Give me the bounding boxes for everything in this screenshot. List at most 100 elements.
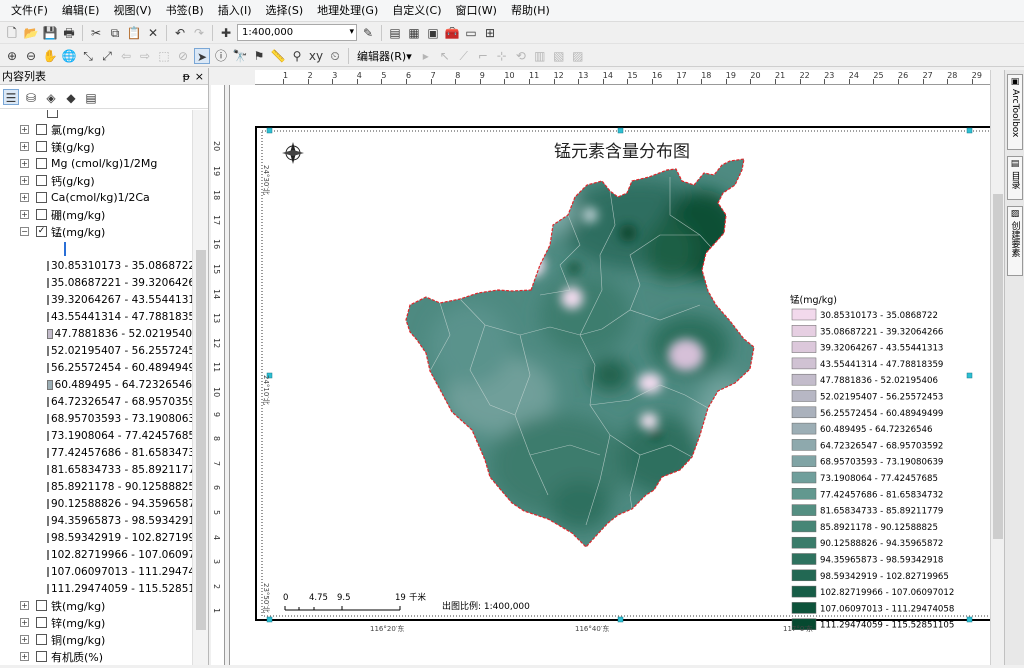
class-color-swatch[interactable] — [47, 379, 53, 390]
sketch-properties-icon[interactable]: ▧ — [551, 48, 567, 64]
find-icon[interactable]: 🔭 — [232, 48, 248, 64]
model-builder-icon[interactable]: ⊞ — [482, 25, 498, 41]
back-extent-icon[interactable]: ⇦ — [118, 48, 134, 64]
new-document-icon[interactable]: 🗋 — [4, 25, 20, 41]
pan-hand-icon[interactable]: ✋ — [42, 48, 58, 64]
expand-toggle-icon[interactable]: + — [20, 193, 29, 202]
tab-create-features[interactable]: ▨ 创建要素 — [1007, 206, 1023, 276]
class-color-swatch[interactable] — [47, 260, 49, 271]
list-by-visibility-icon[interactable]: ◈ — [43, 89, 59, 105]
expand-toggle-icon[interactable]: + — [20, 176, 29, 185]
class-color-swatch[interactable] — [47, 532, 49, 543]
paste-icon[interactable]: 📋 — [126, 25, 142, 41]
layer-row[interactable]: + Ca(cmol/kg)1/2Ca — [0, 189, 192, 206]
open-folder-icon[interactable]: 📂 — [23, 25, 39, 41]
pin-icon[interactable]: ᵽ — [183, 68, 190, 85]
layer-checkbox[interactable] — [36, 651, 47, 662]
class-color-swatch[interactable] — [47, 294, 49, 305]
scroll-thumb[interactable] — [993, 194, 1003, 539]
editor-menu-button[interactable]: 编辑器(R)▾ — [354, 48, 415, 64]
layer-row[interactable]: + 锌(mg/kg) — [0, 614, 192, 631]
zoom-out-icon[interactable]: ⊖ — [23, 48, 39, 64]
layer-checkbox[interactable] — [36, 124, 47, 135]
layer-row[interactable]: + 镁(g/kg) — [0, 138, 192, 155]
map-scale-text[interactable]: 出图比例: 1:400,000 — [442, 600, 530, 612]
class-color-swatch[interactable] — [47, 345, 49, 356]
layer-checkbox[interactable] — [47, 110, 58, 118]
layer-checkbox[interactable] — [36, 192, 47, 203]
undo-icon[interactable]: ↶ — [172, 25, 188, 41]
create-features-icon[interactable]: ▨ — [570, 48, 586, 64]
find-route-icon[interactable]: ⚑ — [251, 48, 267, 64]
layer-row[interactable]: + 铁(mg/kg) — [0, 597, 192, 614]
edit-tool-icon[interactable]: ▸ — [418, 48, 434, 64]
map-layout-svg[interactable]: 锰元素含量分布图 锰(mg/kg) 30.85310173 - 35.08687… — [230, 85, 1000, 665]
class-color-swatch[interactable] — [47, 549, 49, 560]
binoculars-icon[interactable]: ⚲ — [289, 48, 305, 64]
python-window-icon[interactable]: ▭ — [463, 25, 479, 41]
forward-extent-icon[interactable]: ⇨ — [137, 48, 153, 64]
menu-customize[interactable]: 自定义(C) — [385, 0, 448, 22]
time-slider-icon[interactable]: ⏲ — [327, 48, 343, 64]
options-icon[interactable]: ▤ — [83, 89, 99, 105]
expand-toggle-icon[interactable]: + — [20, 652, 29, 661]
menu-file[interactable]: 文件(F) — [4, 0, 55, 22]
expand-toggle-icon[interactable]: − — [20, 227, 29, 236]
layout-vertical-scrollbar[interactable] — [990, 70, 1004, 665]
layer-checkbox[interactable] — [36, 158, 47, 169]
close-icon[interactable]: × — [195, 68, 204, 85]
class-color-swatch[interactable] — [47, 464, 49, 475]
attributes-icon[interactable]: ▥ — [532, 48, 548, 64]
class-color-swatch[interactable] — [47, 277, 49, 288]
layer-row[interactable]: + 氯(mg/kg) — [0, 121, 192, 138]
map-scale-combobox[interactable]: 1:400,000 ▾ — [237, 24, 357, 41]
layer-row[interactable]: + 钙(g/kg) — [0, 172, 192, 189]
class-color-swatch[interactable] — [47, 481, 49, 492]
measure-icon[interactable]: 📏 — [270, 48, 286, 64]
chevron-down-icon[interactable]: ▾ — [349, 25, 354, 40]
rotate-icon[interactable]: ⟲ — [513, 48, 529, 64]
expand-toggle-icon[interactable]: + — [20, 618, 29, 627]
menu-insert[interactable]: 插入(I) — [211, 0, 259, 22]
class-color-swatch[interactable] — [47, 413, 49, 424]
list-by-drawing-order-icon[interactable]: ☰ — [3, 88, 19, 105]
class-color-swatch[interactable] — [47, 447, 49, 458]
layer-checkbox[interactable] — [36, 209, 47, 220]
search-window-icon[interactable]: ▣ — [425, 25, 441, 41]
table-of-contents-icon[interactable]: ▤ — [387, 25, 403, 41]
expand-toggle-icon[interactable]: + — [20, 125, 29, 134]
layer-checkbox[interactable]: ✓ — [36, 226, 47, 237]
class-color-swatch[interactable] — [47, 396, 49, 407]
menu-windows[interactable]: 窗口(W) — [449, 0, 504, 22]
add-data-icon[interactable]: ✚ — [218, 25, 234, 41]
zoom-in-icon[interactable]: ⊕ — [4, 48, 20, 64]
expand-toggle-icon[interactable]: + — [20, 601, 29, 610]
cut-icon[interactable]: ✂ — [88, 25, 104, 41]
class-color-swatch[interactable] — [47, 328, 53, 339]
select-elements-icon[interactable]: ➤ — [194, 47, 210, 64]
identify-icon[interactable]: ⓘ — [213, 48, 229, 64]
menu-view[interactable]: 视图(V) — [106, 0, 158, 22]
class-color-swatch[interactable] — [47, 583, 49, 594]
clear-selection-icon[interactable]: ⊘ — [175, 48, 191, 64]
copy-icon[interactable]: ⧉ — [107, 25, 123, 41]
expand-toggle-icon[interactable]: + — [20, 635, 29, 644]
fixed-zoom-in-icon[interactable]: ⤡ — [80, 48, 96, 64]
class-color-swatch[interactable] — [47, 430, 49, 441]
class-color-swatch[interactable] — [47, 362, 49, 373]
full-extent-icon[interactable]: 🌐 — [61, 48, 77, 64]
layer-row[interactable]: + 铜(mg/kg) — [0, 631, 192, 648]
expand-toggle-icon[interactable]: + — [20, 210, 29, 219]
layer-row[interactable]: + 有机质(%) — [0, 648, 192, 665]
list-by-source-icon[interactable]: ⛁ — [23, 89, 39, 105]
editor-toolbar-icon[interactable]: ✎ — [360, 25, 376, 41]
toc-scrollbar[interactable] — [192, 110, 208, 665]
expand-toggle-icon[interactable]: + — [20, 159, 29, 168]
layer-checkbox[interactable] — [36, 175, 47, 186]
menu-edit[interactable]: 编辑(E) — [55, 0, 107, 22]
construction-tools-icon[interactable]: ⌐ — [475, 48, 491, 64]
layer-row[interactable]: + Mg (cmol/kg)1/2Mg — [0, 155, 192, 172]
class-color-swatch[interactable] — [47, 515, 49, 526]
redo-icon[interactable]: ↷ — [191, 25, 207, 41]
list-by-selection-icon[interactable]: ◆ — [63, 89, 79, 105]
